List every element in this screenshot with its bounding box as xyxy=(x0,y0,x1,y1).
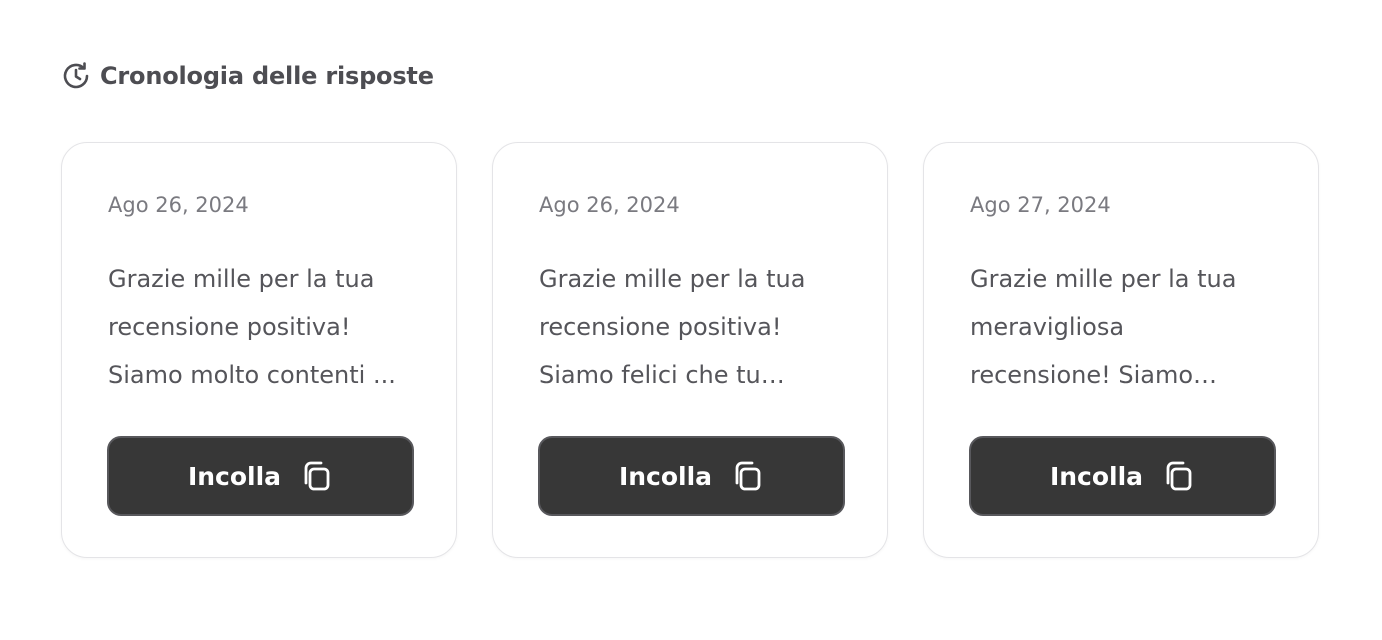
paste-button[interactable]: Incolla xyxy=(969,436,1276,516)
paste-button-label: Incolla xyxy=(1049,461,1144,491)
response-card: Ago 26, 2024 Grazie mille per la tua rec… xyxy=(492,142,888,558)
response-text: Grazie mille per la tua recensione posit… xyxy=(108,265,396,389)
response-text: Grazie mille per la tua recensione posit… xyxy=(539,265,806,389)
paste-button[interactable]: Incolla xyxy=(538,436,845,516)
response-card: Ago 27, 2024 Grazie mille per la tua mer… xyxy=(923,142,1319,558)
copy-icon xyxy=(730,459,764,493)
history-icon xyxy=(60,60,92,92)
response-history-list: Ago 26, 2024 Grazie mille per la tua rec… xyxy=(61,142,1319,558)
response-date: Ago 26, 2024 xyxy=(539,193,680,217)
response-date: Ago 26, 2024 xyxy=(108,193,249,217)
section-header: Cronologia delle risposte xyxy=(60,60,434,92)
section-title: Cronologia delle risposte xyxy=(100,62,434,90)
paste-button-label: Incolla xyxy=(187,461,282,491)
response-date: Ago 27, 2024 xyxy=(970,193,1111,217)
response-text: Grazie mille per la tua meravigliosa rec… xyxy=(970,265,1237,389)
paste-button[interactable]: Incolla xyxy=(107,436,414,516)
copy-icon xyxy=(1161,459,1195,493)
paste-button-label: Incolla xyxy=(618,461,713,491)
response-card: Ago 26, 2024 Grazie mille per la tua rec… xyxy=(61,142,457,558)
copy-icon xyxy=(299,459,333,493)
